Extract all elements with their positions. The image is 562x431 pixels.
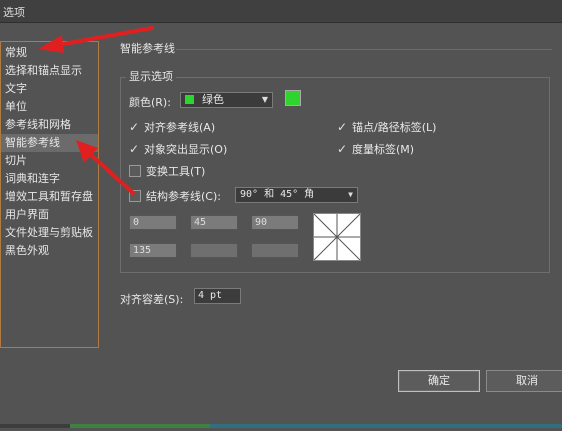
align-guides-label: 对齐参考线(A) [144,121,216,134]
anchor-labels-label: 锚点/路径标签(L) [352,121,437,134]
checkmark-icon[interactable]: ✓ [337,121,347,133]
sidebar-item-smart-guides[interactable]: 智能参考线 [1,134,98,152]
sidebar-item-file-clipboard[interactable]: 文件处理与剪贴板 [1,224,98,242]
transform-tools-checkbox[interactable] [129,165,141,177]
color-swatch-button[interactable] [285,90,301,106]
sidebar: 常规 选择和锚点显示 文字 单位 参考线和网格 智能参考线 切片 词典和连字 增… [0,41,99,348]
angle-field-1: 0 [129,215,177,230]
construction-guides-row[interactable]: 结构参考线(C): [129,188,221,204]
snap-tolerance-label: 对齐容差(S): [120,293,184,306]
sidebar-item-plugins-scratch[interactable]: 增效工具和暂存盘 [1,188,98,206]
color-swatch-small [185,94,194,104]
checkmark-icon[interactable]: ✓ [129,121,139,133]
angle-field-5 [190,243,238,258]
ok-button[interactable]: 确定 [398,370,480,392]
window-title: 选项 [3,6,25,19]
checkmark-icon[interactable]: ✓ [129,143,139,155]
angle-field-4: 135 [129,243,177,258]
object-highlight-label: 对象突出显示(O) [144,143,228,156]
construction-guides-checkbox[interactable] [129,190,141,202]
display-options-label: 显示选项 [126,68,176,84]
color-select[interactable]: 绿色 ▼ [180,92,273,108]
snap-tolerance-input[interactable]: 4 pt [194,288,241,304]
transform-tools-row[interactable]: 变换工具(T) [129,163,205,179]
angle-field-6 [251,243,299,258]
panel-title: 智能参考线 [120,42,175,55]
sidebar-item-general[interactable]: 常规 [1,44,98,62]
panel-title-divider [176,49,552,50]
dialog-content: 常规 选择和锚点显示 文字 单位 参考线和网格 智能参考线 切片 词典和连字 增… [0,23,562,428]
sidebar-item-selection-anchor[interactable]: 选择和锚点显示 [1,62,98,80]
construction-angle-select[interactable]: 90° 和 45° 角 ▼ [235,187,358,203]
chevron-down-icon: ▼ [261,95,268,104]
cancel-button[interactable]: 取消 [486,370,562,392]
object-highlight-row[interactable]: ✓ 对象突出显示(O) [129,141,227,157]
sidebar-item-units[interactable]: 单位 [1,98,98,116]
construction-angle-value: 90° 和 45° 角 [240,189,315,200]
anchor-labels-row[interactable]: ✓ 锚点/路径标签(L) [337,119,436,135]
angle-preview-diagram [313,213,361,261]
measure-labels-label: 度量标签(M) [352,143,415,156]
transform-tools-label: 变换工具(T) [146,165,206,178]
angle-field-2: 45 [190,215,238,230]
sidebar-list: 常规 选择和锚点显示 文字 单位 参考线和网格 智能参考线 切片 词典和连字 增… [1,42,98,260]
checkmark-icon[interactable]: ✓ [337,143,347,155]
align-guides-row[interactable]: ✓ 对齐参考线(A) [129,119,215,135]
angle-lines-icon [313,213,361,261]
measure-labels-row[interactable]: ✓ 度量标签(M) [337,141,414,157]
color-select-value: 绿色 [202,93,224,106]
bottom-color-strip [0,418,562,428]
sidebar-item-slices[interactable]: 切片 [1,152,98,170]
sidebar-item-hyphenation[interactable]: 词典和连字 [1,170,98,188]
sidebar-item-guides-grid[interactable]: 参考线和网格 [1,116,98,134]
color-label: 颜色(R): [129,96,171,109]
angle-field-3: 90 [251,215,299,230]
sidebar-item-type[interactable]: 文字 [1,80,98,98]
sidebar-item-black-appearance[interactable]: 黑色外观 [1,242,98,260]
construction-guides-label: 结构参考线(C): [146,190,221,203]
title-bar: 选项 [0,0,562,23]
chevron-down-icon: ▼ [348,190,353,199]
sidebar-item-user-interface[interactable]: 用户界面 [1,206,98,224]
